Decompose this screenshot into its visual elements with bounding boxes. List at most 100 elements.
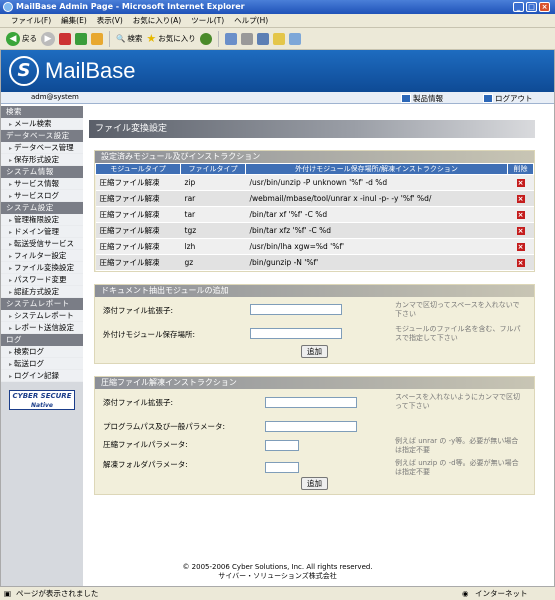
add-instruction-button[interactable]: 追加 xyxy=(301,477,328,490)
logout-link[interactable]: ログアウト xyxy=(483,93,533,104)
sidebar-item[interactable]: システムレポート xyxy=(1,310,83,322)
star-icon: ★ xyxy=(146,32,157,45)
internet-zone-icon: ◉ xyxy=(462,589,469,598)
sidebar-item[interactable]: ドメイン管理 xyxy=(1,226,83,238)
stop-icon[interactable] xyxy=(59,32,71,45)
menu-help[interactable]: ヘルプ(H) xyxy=(229,14,273,27)
home-icon[interactable] xyxy=(91,32,103,45)
search-button[interactable]: 🔍 検索 xyxy=(116,33,142,44)
edit-icon[interactable] xyxy=(256,32,269,45)
menu-view[interactable]: 表示(V) xyxy=(92,14,128,27)
cell-cmd: /usr/bin/unzip -P unknown '%f' -d %d xyxy=(245,174,508,191)
badge-subtext: Native xyxy=(31,402,53,409)
col-delete: 削除 xyxy=(507,163,534,175)
sidebar-item[interactable]: サービスログ xyxy=(1,190,83,202)
col-instruction: 外付けモジュール保存場所/解凍インストラクション xyxy=(245,163,508,175)
sidebar-item[interactable]: 管理権限設定 xyxy=(1,214,83,226)
folder-icon[interactable] xyxy=(272,32,285,45)
cell-cmd: /bin/gunzip -N '%f' xyxy=(245,254,508,271)
ext-input[interactable] xyxy=(250,304,342,315)
delete-icon[interactable]: × xyxy=(516,243,525,251)
folder-param-input[interactable] xyxy=(265,462,299,473)
delete-icon[interactable]: × xyxy=(516,179,525,187)
window-title-bar: MailBase Admin Page - Microsoft Internet… xyxy=(0,0,555,14)
sidebar-item[interactable]: 保存形式設定 xyxy=(1,154,83,166)
mail-icon[interactable] xyxy=(224,32,237,45)
favorites-button[interactable]: ★ お気に入り xyxy=(146,32,195,45)
delete-icon[interactable]: × xyxy=(516,211,525,219)
program-label: プログラムパス及び一般パラメータ: xyxy=(103,422,226,431)
sidebar-item[interactable]: ファイル変換設定 xyxy=(1,262,83,274)
section-heading: 圧縮ファイル解凍インストラクション xyxy=(95,377,534,389)
product-info-link[interactable]: 製品情報 xyxy=(401,93,443,104)
maximize-button[interactable]: □ xyxy=(526,2,537,12)
sidebar-item[interactable]: パスワード変更 xyxy=(1,274,83,286)
cell-type: 圧縮ファイル解凍 xyxy=(95,190,181,207)
sidebar-item[interactable]: ログイン記録 xyxy=(1,370,83,382)
menu-tools[interactable]: ツール(T) xyxy=(186,14,229,27)
badge-text: CYBER SECURE xyxy=(12,392,72,400)
info-icon xyxy=(401,94,411,103)
app-header: S MailBase xyxy=(1,50,554,92)
sidebar-item[interactable]: レポート送信設定 xyxy=(1,322,83,334)
messenger-icon[interactable] xyxy=(288,32,301,45)
cell-cmd: /bin/tar xfz '%f' -C %d xyxy=(245,222,508,239)
ext-hint: スペースを入れないようにカンマで区切って下さい xyxy=(395,393,521,410)
table-row: 圧縮ファイル解凍 tgz/bin/tar xfz '%f' -C %d × xyxy=(95,222,534,239)
module-path-input[interactable] xyxy=(250,328,342,339)
mailbase-logo: S MailBase xyxy=(9,56,135,86)
delete-icon[interactable]: × xyxy=(516,195,525,203)
delete-icon[interactable]: × xyxy=(516,227,525,235)
history-icon[interactable] xyxy=(199,32,212,45)
sidebar-item[interactable]: データベース管理 xyxy=(1,142,83,154)
folder-param-label: 解凍フォルダパラメータ: xyxy=(103,460,188,469)
logged-user: adm@system xyxy=(31,93,79,101)
decompress-ext-input[interactable] xyxy=(265,397,357,408)
delete-icon[interactable]: × xyxy=(516,259,525,267)
menu-file[interactable]: ファイル(F) xyxy=(6,14,56,27)
file-param-label: 圧縮ファイルパラメータ: xyxy=(103,440,188,449)
sidebar-item[interactable]: 検索ログ xyxy=(1,346,83,358)
cell-cmd: /webmail/mbase/tool/unrar x -inul -p- -y… xyxy=(245,190,508,207)
menu-edit[interactable]: 編集(E) xyxy=(56,14,92,27)
status-text: ページが表示されました xyxy=(16,589,99,598)
col-file-type: ファイルタイプ xyxy=(180,163,246,175)
sidebar-item[interactable]: メール検索 xyxy=(1,118,83,130)
cell-cmd: /bin/tar xf '%f' -C %d xyxy=(245,206,508,223)
refresh-icon[interactable] xyxy=(75,32,87,45)
program-path-input[interactable] xyxy=(265,421,357,432)
sidebar-item[interactable]: 転送受信サービス xyxy=(1,238,83,250)
path-label: 外付けモジュール保存場所: xyxy=(103,330,196,339)
minimize-button[interactable]: _ xyxy=(513,2,524,12)
sidebar-item[interactable]: フィルター設定 xyxy=(1,250,83,262)
ie-icon xyxy=(3,2,13,12)
sidebar-heading: ログ xyxy=(1,334,83,346)
main-content: ファイル変換設定 設定済みモジュール及びインストラクション モジュールタイプ フ… xyxy=(89,106,535,566)
decompress-instruction-section: 圧縮ファイル解凍インストラクション 添付ファイル拡張子: スペースを入れないよう… xyxy=(94,376,535,495)
menu-favorites[interactable]: お気に入り(A) xyxy=(128,14,186,27)
table-row: 圧縮ファイル解凍 gz/bin/gunzip -N '%f' × xyxy=(95,254,534,271)
cell-ext: tgz xyxy=(180,222,246,239)
sidebar-heading: システム設定 xyxy=(1,202,83,214)
file-param-input[interactable] xyxy=(265,440,299,451)
back-button[interactable]: ◀ 戻る xyxy=(6,31,37,46)
page: S MailBase adm@system 製品情報 ログアウト 検索メール検索… xyxy=(0,50,555,586)
footer: © 2005-2006 Cyber Solutions, Inc. All ri… xyxy=(1,563,554,581)
cell-ext: gz xyxy=(180,254,246,271)
page-status-icon: ▣ xyxy=(4,589,12,598)
configured-modules-section: 設定済みモジュール及びインストラクション モジュールタイプ ファイルタイプ 外付… xyxy=(94,150,535,272)
copyright: © 2005-2006 Cyber Solutions, Inc. All ri… xyxy=(182,563,373,571)
company-name: サイバー・ソリューションズ株式会社 xyxy=(218,572,337,580)
ext-label: 添付ファイル拡張子: xyxy=(103,398,174,407)
sidebar-heading: システム情報 xyxy=(1,166,83,178)
sidebar-item[interactable]: 転送ログ xyxy=(1,358,83,370)
file-param-hint: 例えば unrar の -y等。必要が無い場合は指定不要 xyxy=(395,437,519,454)
page-title: ファイル変換設定 xyxy=(89,120,535,138)
sidebar-item[interactable]: サービス情報 xyxy=(1,178,83,190)
sidebar-item[interactable]: 認証方式設定 xyxy=(1,286,83,298)
forward-button[interactable]: ▶ xyxy=(41,31,55,46)
logout-icon xyxy=(483,94,493,103)
close-button[interactable]: × xyxy=(539,2,550,12)
cell-type: 圧縮ファイル解凍 xyxy=(95,254,181,271)
print-icon[interactable] xyxy=(240,32,253,45)
